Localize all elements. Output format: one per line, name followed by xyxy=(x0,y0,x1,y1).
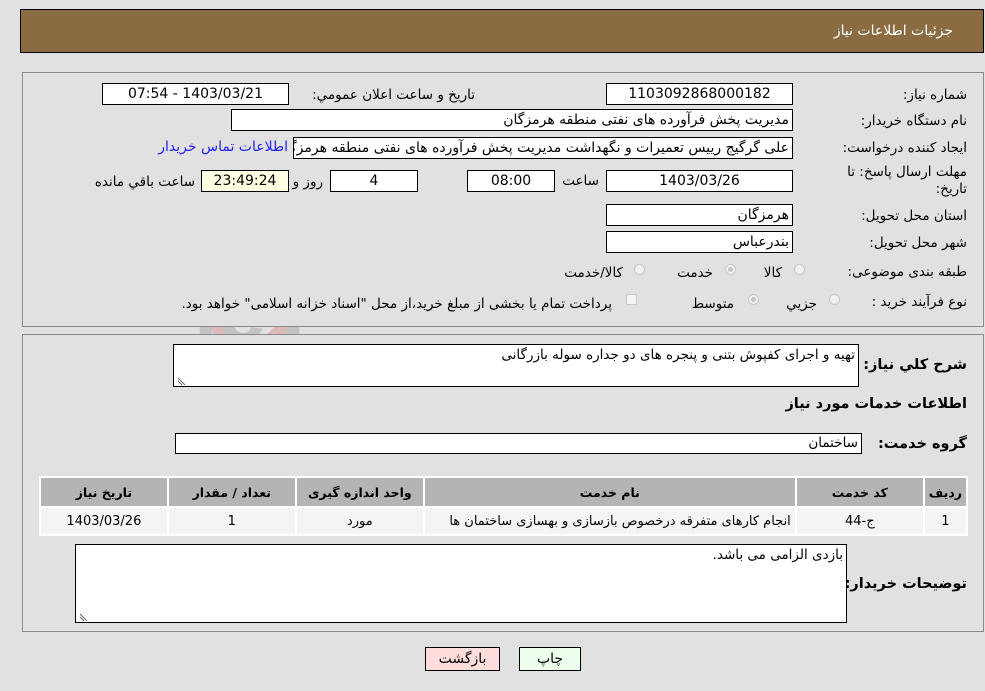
buyer-notes-text: بازدی الزامی می باشد. xyxy=(712,547,843,563)
purchase-option-medium: متوسط xyxy=(691,296,734,312)
creator-field[interactable]: علی گرگیج رییس تعمیرات و نگهداشت مدیریت … xyxy=(293,137,793,159)
cell-row-number: 1 xyxy=(924,508,966,534)
page-header: جزئیات اطلاعات نیاز xyxy=(20,9,984,53)
services-table-wrap: ردیف کد خدمت نام خدمت واحد اندازه گیری ت… xyxy=(39,476,968,536)
category-option-goods: کالا xyxy=(763,265,782,281)
page-title: جزئیات اطلاعات نیاز xyxy=(833,23,953,39)
deadline-time-label: ساعت xyxy=(562,173,599,189)
cell-service-code: ج-44 xyxy=(796,508,923,534)
back-button[interactable]: بازگشت xyxy=(425,647,500,671)
service-group-field[interactable]: ساختمان xyxy=(175,433,862,454)
announce-datetime-field[interactable]: 1403/03/21 - 07:54 xyxy=(102,83,289,105)
purchase-radio-minor[interactable] xyxy=(829,294,840,305)
category-label: طبقه بندی موضوعی: xyxy=(847,264,967,280)
city-label: شهر محل تحویل: xyxy=(869,235,967,251)
remaining-days-field[interactable]: 4 xyxy=(330,170,418,192)
cell-service-name: انجام کارهای متفرقه درخصوص بازسازی و بهس… xyxy=(424,508,795,534)
remaining-time-label: ساعت باقي مانده xyxy=(94,174,195,190)
category-option-goods-service: کالا/خدمت xyxy=(564,265,623,281)
buyer-notes-textarea[interactable]: بازدی الزامی می باشد. xyxy=(75,544,847,623)
cell-unit: مورد xyxy=(296,508,423,534)
announce-datetime-label: تاریخ و ساعت اعلان عمومي: xyxy=(312,87,475,103)
deadline-time-field[interactable]: 08:00 xyxy=(467,170,555,192)
resize-handle-icon[interactable] xyxy=(176,375,186,385)
col-header-unit: واحد اندازه گیری xyxy=(296,478,423,506)
table-header-row: ردیف کد خدمت نام خدمت واحد اندازه گیری ت… xyxy=(41,478,966,506)
purchase-type-label: نوع فرآیند خرید : xyxy=(871,294,967,310)
description-label: شرح كلي نياز: xyxy=(863,357,967,373)
deadline-date-field[interactable]: 1403/03/26 xyxy=(606,170,793,192)
province-field[interactable]: هرمزگان xyxy=(606,204,793,226)
category-option-service: خدمت xyxy=(677,265,713,281)
col-header-row-number: ردیف xyxy=(924,478,966,506)
purchase-option-minor: جزيي xyxy=(786,296,817,312)
cell-need-date: 1403/03/26 xyxy=(41,508,167,534)
need-number-label: شماره نیاز: xyxy=(902,87,967,103)
buyer-contact-link[interactable]: اطلاعات تماس خریدار xyxy=(158,139,288,155)
buyer-org-field[interactable]: مدیریت پخش فرآورده های نفتی منطقه هرمزگا… xyxy=(231,109,793,131)
creator-label: ایجاد کننده درخواست: xyxy=(842,140,967,156)
col-header-service-name: نام خدمت xyxy=(424,478,795,506)
services-heading: اطلاعات خدمات مورد نیاز xyxy=(785,396,967,412)
resize-handle-icon[interactable] xyxy=(78,611,88,621)
description-textarea[interactable]: تهیه و اجرای کفپوش بتنی و پنجره های دو ج… xyxy=(173,344,859,387)
purchase-radio-medium[interactable] xyxy=(748,294,759,305)
days-label: روز و xyxy=(292,174,323,190)
deadline-label-2: تاریخ: xyxy=(935,181,967,197)
category-radio-goods-service[interactable] xyxy=(634,264,645,275)
col-header-quantity: تعداد / مقدار xyxy=(168,478,295,506)
remaining-time-field: 23:49:24 xyxy=(201,170,289,192)
table-row: 1 ج-44 انجام کارهای متفرقه درخصوص بازساز… xyxy=(41,508,966,534)
cell-quantity: 1 xyxy=(168,508,295,534)
services-table: ردیف کد خدمت نام خدمت واحد اندازه گیری ت… xyxy=(39,476,968,536)
description-text: تهیه و اجرای کفپوش بتنی و پنجره های دو ج… xyxy=(501,347,855,363)
buyer-org-label: نام دستگاه خریدار: xyxy=(860,113,967,129)
category-radio-goods[interactable] xyxy=(794,264,805,275)
buyer-notes-label: توضیحات خریدار: xyxy=(844,576,967,592)
col-header-need-date: تاریخ نیاز xyxy=(41,478,167,506)
province-label: استان محل تحویل: xyxy=(861,208,967,224)
treasury-checkbox[interactable] xyxy=(626,294,637,305)
need-number-field[interactable]: 1103092868000182 xyxy=(606,83,793,105)
col-header-service-code: کد خدمت xyxy=(796,478,923,506)
print-button[interactable]: چاپ xyxy=(519,647,581,671)
treasury-note: پرداخت تمام یا بخشی از مبلغ خرید،از محل … xyxy=(181,296,612,312)
category-radio-service[interactable] xyxy=(725,264,736,275)
deadline-label: مهلت ارسال پاسخ: تا xyxy=(847,164,967,180)
service-group-label: گروه خدمت: xyxy=(877,436,967,452)
city-field[interactable]: بندرعباس xyxy=(606,231,793,253)
